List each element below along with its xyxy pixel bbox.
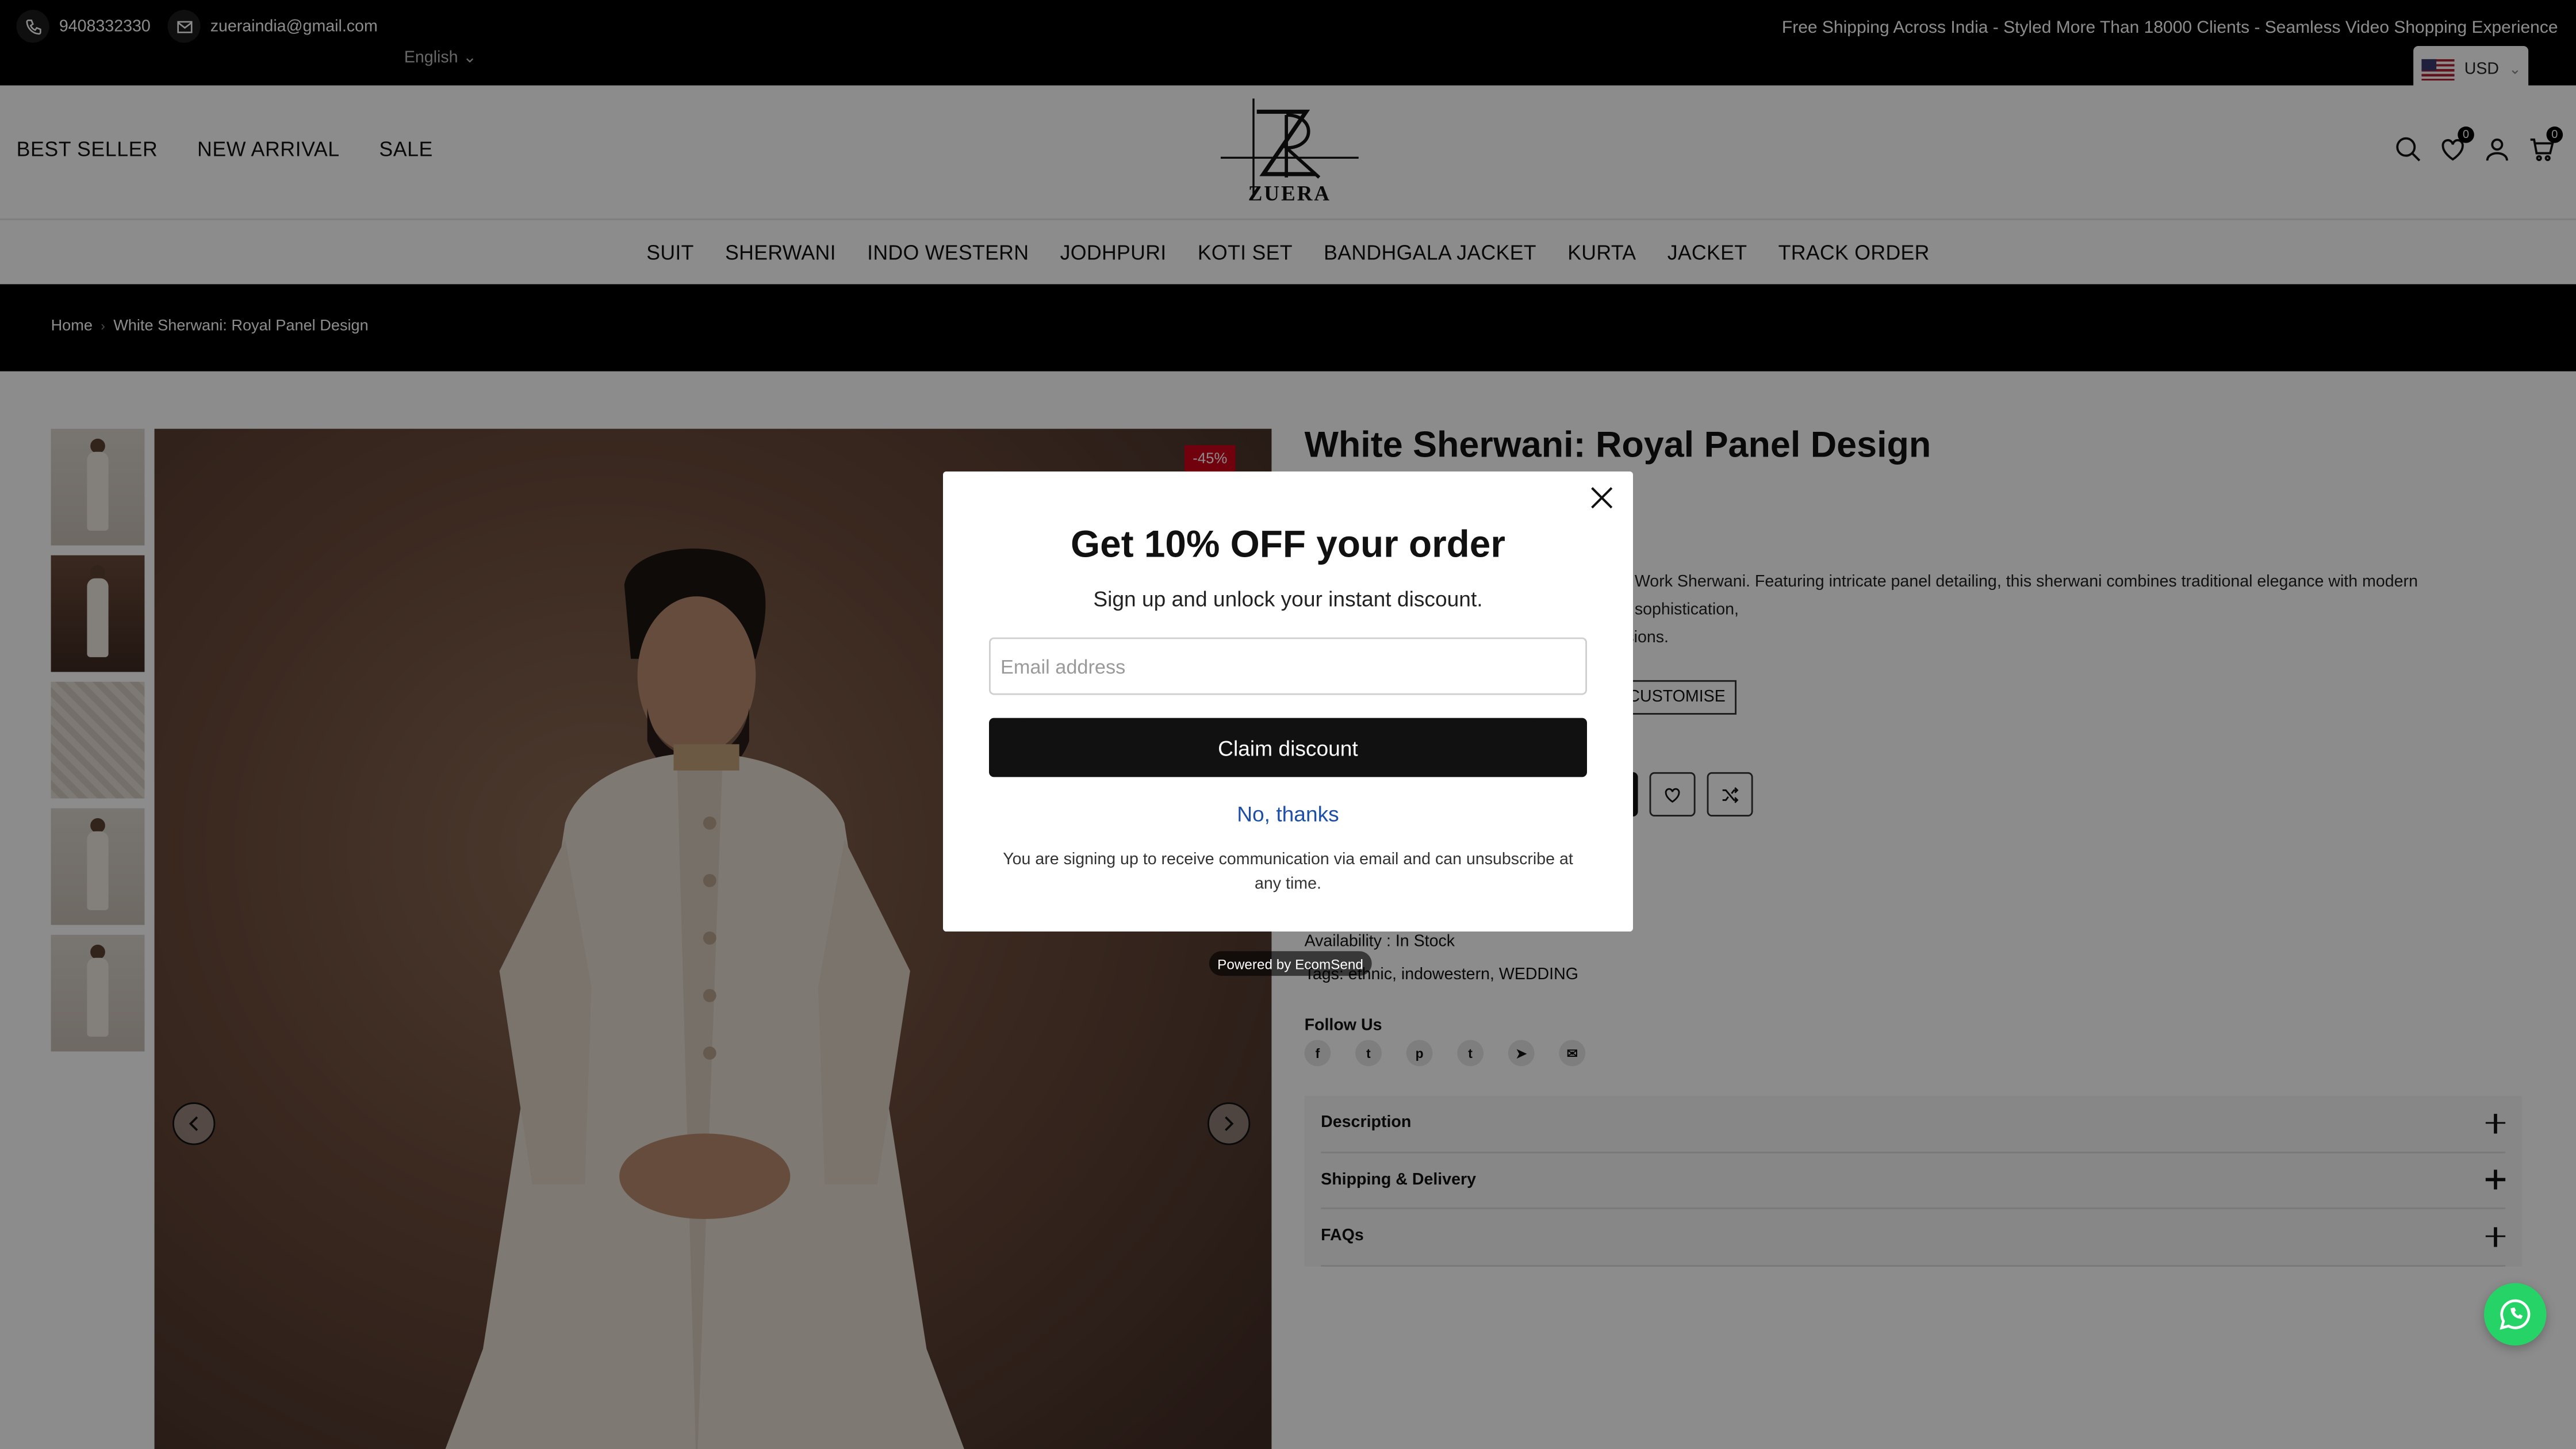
whatsapp-icon bbox=[2500, 1299, 2531, 1330]
popup-subtitle: Sign up and unlock your instant discount… bbox=[1093, 586, 1483, 611]
powered-by-badge[interactable]: Powered by EcomSend bbox=[1209, 951, 1372, 976]
no-thanks-link[interactable]: No, thanks bbox=[943, 802, 1633, 826]
email-input[interactable] bbox=[989, 637, 1587, 695]
discount-popup: Get 10% OFF your order Sign up and unloc… bbox=[943, 471, 1633, 931]
close-icon[interactable] bbox=[1590, 486, 1613, 509]
whatsapp-chat-button[interactable] bbox=[2484, 1283, 2547, 1346]
popup-title: Get 10% OFF your order bbox=[1071, 522, 1505, 565]
consent-text: You are signing up to receive communicat… bbox=[1003, 851, 1573, 894]
claim-discount-button[interactable]: Claim discount bbox=[989, 718, 1587, 777]
